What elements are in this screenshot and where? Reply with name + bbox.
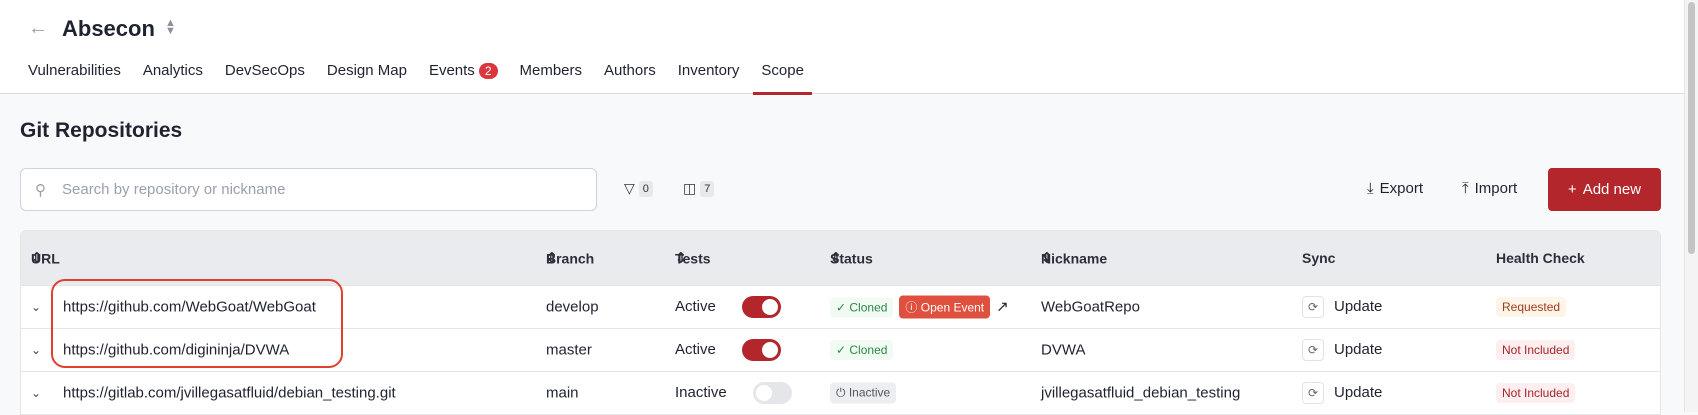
expand-chevron-icon[interactable]: ⌄	[31, 300, 41, 314]
col-nickname[interactable]: Nickname ⇕	[1041, 250, 1107, 267]
col-branch[interactable]: Branch ⇕	[546, 250, 594, 267]
add-label: Add new	[1582, 181, 1642, 198]
table-row[interactable]: ⌄ https://github.com/WebGoat/WebGoat dev…	[21, 285, 1660, 328]
tab-devsecops[interactable]: DevSecOps	[225, 62, 305, 94]
status-label: Cloned	[849, 300, 888, 315]
section-title: Git Repositories	[20, 119, 183, 142]
branch-cell: master	[546, 341, 592, 359]
events-count-badge: 2	[478, 63, 498, 79]
tests-label: Inactive	[675, 383, 727, 401]
col-label: Status	[830, 250, 873, 266]
url-cell: https://github.com/WebGoat/WebGoat	[63, 298, 316, 316]
event-label: Open Event	[920, 300, 985, 315]
sync-button[interactable]: ⟳ Update	[1302, 296, 1382, 318]
open-event-badge[interactable]: ⓘ Open Event	[899, 295, 991, 319]
tests-label: Active	[675, 297, 716, 315]
refresh-icon: ⟳	[1302, 382, 1324, 404]
tab-analytics[interactable]: Analytics	[143, 62, 203, 94]
tab-members[interactable]: Members	[520, 62, 583, 94]
tab-vulnerabilities[interactable]: Vulnerabilities	[28, 62, 121, 94]
external-link-icon[interactable]: ↗	[996, 299, 1009, 316]
add-new-button[interactable]: + Add new	[1548, 168, 1661, 211]
filter-count: 0	[638, 180, 653, 197]
status-label: Inactive	[848, 385, 891, 400]
status-label: Cloned	[849, 343, 888, 357]
col-health-check: Health Check	[1496, 250, 1585, 266]
col-tests[interactable]: Tests ⇕	[675, 250, 711, 267]
url-cell: https://gitlab.com/jvillegasatfluid/debi…	[63, 384, 396, 402]
tab-scope[interactable]: Scope	[753, 62, 812, 95]
tab-design-map[interactable]: Design Map	[327, 62, 407, 94]
tab-bar: Vulnerabilities Analytics DevSecOps Desi…	[28, 62, 812, 95]
search-input[interactable]: ⚲ Search by repository or nickname	[20, 168, 597, 211]
plus-icon: +	[1567, 181, 1577, 198]
columns-button[interactable]: ◫ 7	[683, 180, 715, 197]
col-label: Tests	[675, 250, 711, 266]
url-cell: https://github.com/digininja/DVWA	[63, 341, 290, 359]
tab-authors[interactable]: Authors	[604, 62, 656, 94]
download-icon: ⤓	[1367, 180, 1374, 197]
nickname-cell: WebGoatRepo	[1041, 298, 1140, 316]
branch-cell: main	[546, 384, 579, 402]
columns-icon: ◫	[683, 180, 697, 196]
refresh-icon: ⟳	[1302, 296, 1324, 318]
sync-button[interactable]: ⟳ Update	[1302, 382, 1382, 404]
health-badge: Not Included	[1496, 383, 1576, 403]
col-label: URL	[31, 250, 60, 266]
import-label: Import	[1474, 180, 1518, 197]
status-badge: ⏻ Inactive	[830, 382, 897, 404]
page-title: Absecon	[62, 16, 155, 41]
tab-inventory[interactable]: Inventory	[678, 62, 740, 94]
repositories-table: URL ⇕ Branch ⇕ Tests ⇕ Status ⇕ Nickname…	[20, 230, 1661, 415]
health-badge: Not Included	[1496, 340, 1576, 360]
refresh-icon: ⟳	[1302, 339, 1324, 361]
tests-cell: Inactive	[675, 382, 792, 404]
filter-icon: ▽	[624, 180, 635, 196]
nickname-cell: jvillegasatfluid_debian_testing	[1041, 384, 1241, 402]
sync-label: Update	[1334, 340, 1383, 358]
status-badge: ✓ Cloned	[830, 340, 894, 360]
status-cell: ✓ Cloned ⓘ Open Event ↗	[830, 295, 1009, 319]
table-row[interactable]: ⌄ https://gitlab.com/jvillegasatfluid/de…	[21, 371, 1660, 414]
status-badge: ✓ Cloned	[830, 297, 894, 318]
header: ← Absecon ▲ ▼ Vulnerabilities Analytics D…	[0, 0, 1684, 95]
health-badge: Requested	[1496, 297, 1567, 317]
tests-cell: Active	[675, 339, 781, 361]
filter-button[interactable]: ▽ 0	[624, 180, 653, 197]
scrollbar-thumb[interactable]	[1688, 2, 1695, 254]
tests-cell: Active	[675, 296, 781, 318]
back-arrow-icon[interactable]: ←	[28, 17, 48, 40]
export-label: Export	[1379, 180, 1423, 197]
tab-label: Events	[428, 62, 475, 79]
status-cell: ⏻ Inactive	[830, 382, 902, 404]
col-sync: Sync	[1302, 250, 1336, 266]
status-cell: ✓ Cloned	[830, 340, 899, 360]
tests-toggle[interactable]	[752, 382, 792, 404]
sync-button[interactable]: ⟳ Update	[1302, 339, 1382, 361]
search-placeholder: Search by repository or nickname	[62, 181, 286, 198]
columns-count: 7	[700, 180, 715, 197]
search-icon: ⚲	[35, 181, 46, 199]
col-url[interactable]: URL ⇕	[31, 250, 60, 267]
table-header: URL ⇕ Branch ⇕ Tests ⇕ Status ⇕ Nickname…	[21, 231, 1660, 285]
nickname-cell: DVWA	[1041, 341, 1086, 359]
tab-events[interactable]: Events 2	[429, 62, 498, 94]
scrollbar[interactable]	[1684, 0, 1698, 412]
col-label: Branch	[546, 250, 595, 266]
switch-group-icon[interactable]: ▲ ▼	[165, 18, 176, 37]
table-row[interactable]: ⌄ https://github.com/digininja/DVWA mast…	[21, 328, 1660, 371]
sync-label: Update	[1334, 297, 1383, 315]
export-button[interactable]: ⤓ Export	[1367, 180, 1423, 197]
branch-cell: develop	[546, 298, 599, 316]
import-button[interactable]: ⤒ Import	[1462, 180, 1517, 197]
tests-label: Active	[675, 340, 716, 358]
col-status[interactable]: Status ⇕	[830, 250, 873, 267]
upload-icon: ⤒	[1462, 180, 1469, 197]
sync-label: Update	[1334, 383, 1383, 401]
col-label: Nickname	[1041, 250, 1108, 266]
expand-chevron-icon[interactable]: ⌄	[31, 386, 41, 400]
expand-chevron-icon[interactable]: ⌄	[31, 343, 41, 357]
tests-toggle[interactable]	[741, 339, 781, 361]
tests-toggle[interactable]	[741, 296, 781, 318]
